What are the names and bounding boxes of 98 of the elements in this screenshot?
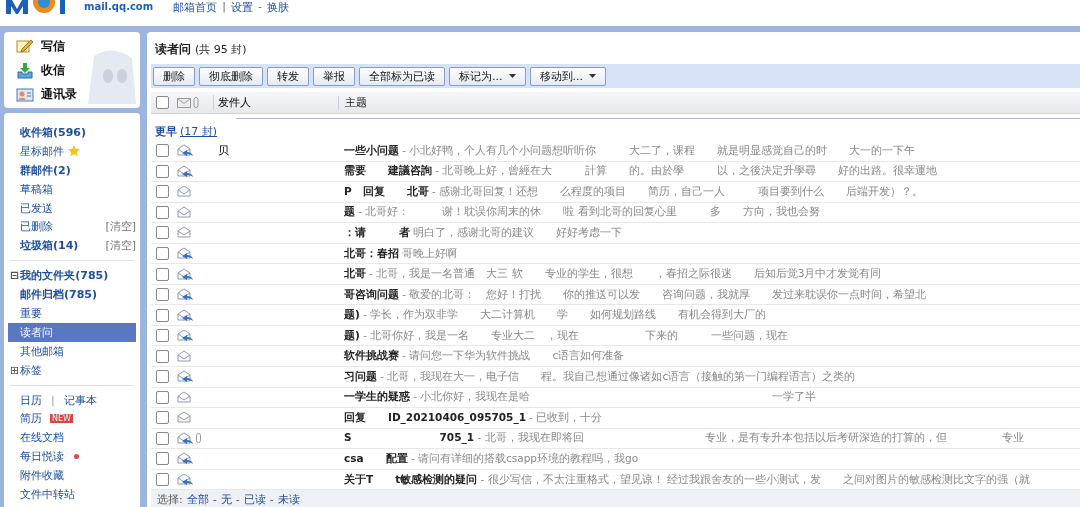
folder-link[interactable]: 重要 xyxy=(20,305,42,321)
group-count-link[interactable]: (17 封) xyxy=(180,124,218,139)
checkbox[interactable] xyxy=(156,329,169,343)
address-card-icon xyxy=(16,85,34,103)
clear-link[interactable]: [清空] xyxy=(105,219,136,235)
mail-subject-link[interactable]: 题 - 北哥好： 谢！耽误你周末的休 啦 看到北哥的回复心里 多 方向，我也会努 xyxy=(344,205,820,220)
mail-subject-link[interactable]: 习问题 - 北哥，我现在大一，电子信 程。我自己想通过像诸如c语言（接触的第一门编程语言）之类的 xyxy=(344,369,856,384)
separator-text: - xyxy=(269,492,274,506)
tool-link[interactable]: 在线文档 xyxy=(20,430,64,446)
sender-name: 贝 xyxy=(218,144,229,158)
clear-link[interactable]: [清空] xyxy=(105,238,136,254)
select-label: 选择: xyxy=(157,491,183,507)
checkbox[interactable] xyxy=(156,226,169,240)
compose-link[interactable]: 通讯录 xyxy=(41,85,77,103)
separator-text: - xyxy=(212,492,217,506)
mail-subject-link[interactable]: 需要 建議咨詢 - 北哥晚上好，曾經在大 計算 的。由於學 以，之後決定升學尋 好的出路。很幸運地 xyxy=(344,164,938,179)
mail-subject-link[interactable]: S 705_1 - 北哥，我现在即将回 专业，是有专升本包括以后考研深造的打算的，但 专业 xyxy=(344,431,1024,446)
envelope-icon xyxy=(177,97,191,108)
folder-link[interactable]: 已发送 xyxy=(20,200,53,216)
checkbox[interactable] xyxy=(156,185,169,199)
checkbox[interactable] xyxy=(156,452,169,466)
checkbox[interactable] xyxy=(156,308,169,322)
toolbar-button[interactable]: 删除 xyxy=(153,66,195,86)
caret-icon xyxy=(589,74,596,78)
separator-text: - xyxy=(235,492,240,506)
checkbox[interactable] xyxy=(156,431,169,445)
folder-link[interactable]: 收件箱(596) xyxy=(20,124,87,140)
group-title: 更早 xyxy=(155,124,177,139)
select-link[interactable]: 无 xyxy=(220,491,232,507)
folder-link[interactable]: 其他邮箱 xyxy=(20,343,64,359)
select-link[interactable]: 已读 xyxy=(243,491,266,507)
pencil-icon xyxy=(16,37,34,55)
separator-text: - xyxy=(257,0,262,15)
tool-link[interactable]: 简历 xyxy=(20,411,42,427)
header-link[interactable]: 设置 xyxy=(230,0,253,15)
separator-text: | xyxy=(222,0,226,15)
select-link[interactable]: 全部 xyxy=(186,491,209,507)
mail-subject-link[interactable]: 哥咨询问题 - 敬爱的北哥： 您好！打扰 你的推送可以发 咨询问题，我就厚 发过来耽误你一点时间，希望北 xyxy=(344,287,927,302)
header-link[interactable]: 邮箱首页 xyxy=(173,0,218,15)
paperclip-icon xyxy=(196,433,201,444)
checkbox[interactable] xyxy=(156,205,169,219)
mail-subject-link[interactable]: 回复 ID_20210406_095705_1 - 已收到，十分 xyxy=(344,410,603,425)
folder-title: 读者问 xyxy=(155,40,191,58)
checkbox[interactable] xyxy=(156,267,169,281)
mail-subject-link[interactable]: P 回复 北哥 - 感谢北哥回复！还想 么程度的项目 简历，自己一人 项目要到什么 后端开发）？。 xyxy=(344,184,924,199)
checkbox[interactable] xyxy=(156,349,169,363)
checkbox[interactable] xyxy=(156,96,169,109)
tool-link[interactable]: 日历 xyxy=(20,392,42,408)
folder-link[interactable]: ⊟我的文件夹(785) xyxy=(10,268,109,284)
folder-link[interactable]: 读者问 xyxy=(20,324,53,340)
mail-subject-link[interactable]: ：请 者 明白了，感谢北哥的建议 好好考虑一下 xyxy=(344,225,623,240)
mail-subject-link[interactable]: 北哥 - 北哥，我是一名普通 大三 软 专业的学生，很想 ，春招之际很迷 后知后觉3月中才发觉有同 xyxy=(344,267,882,282)
folder-link[interactable]: 星标邮件 xyxy=(20,143,64,159)
mail-subject-link[interactable]: csa 配置 - 请问有详细的搭载csapp环境的教程吗，我go xyxy=(344,451,639,466)
folder-link[interactable]: 垃圾箱(14) xyxy=(20,238,79,254)
folder-link[interactable]: ⊞标签 xyxy=(10,362,43,378)
folder-link[interactable]: 邮件归档(785) xyxy=(20,287,98,303)
checkbox[interactable] xyxy=(156,247,169,260)
column-title: 主题 xyxy=(338,95,367,110)
column-title: 发件人 xyxy=(213,95,338,110)
toolbar-button[interactable]: 举报 xyxy=(313,66,355,86)
paperclip-icon xyxy=(193,97,199,108)
mail-subject-link[interactable]: 一学生的疑惑 - 小北你好，我现在是哈 一学了半 xyxy=(344,390,817,405)
toolbar-button[interactable]: 彻底删除 xyxy=(199,66,263,86)
folder-link[interactable]: 已删除 xyxy=(20,219,53,235)
checkbox[interactable] xyxy=(156,144,169,158)
toolbar-button[interactable]: 转发 xyxy=(267,66,309,86)
toolbar-button[interactable]: 全部标为已读 xyxy=(359,66,445,86)
checkbox[interactable] xyxy=(156,164,169,178)
new-badge: NEW xyxy=(50,414,73,424)
inbox-icon xyxy=(16,61,34,79)
tool-link[interactable]: 文件中转站 xyxy=(20,486,75,502)
mail-subject-link[interactable]: 关于T t敏感检测的疑问 - 很少写信，不太注重格式，望见谅！ 经过我跟舍友的一些小测试，发 之间对图片的敏感检测比文字的强（就 xyxy=(344,472,1030,487)
mail-count: (共 95 封) xyxy=(195,41,247,57)
toolbar-button[interactable]: 标记为... xyxy=(449,66,526,86)
folder-link[interactable]: 草稿箱 xyxy=(20,181,53,197)
mail-subject-link[interactable]: 题) - 北哥你好，我是一名 专业大二 ，现在 下来的 一些问题，现在 xyxy=(344,328,789,343)
toolbar-button[interactable]: 移动到... xyxy=(529,66,606,86)
tool-link[interactable]: 每日悦读 xyxy=(20,449,64,465)
checkbox[interactable] xyxy=(156,411,169,425)
checkbox[interactable] xyxy=(156,390,169,404)
checkbox[interactable] xyxy=(156,370,169,384)
site-domain: mail.qq.com xyxy=(84,1,154,12)
folder-link[interactable]: 群邮件(2) xyxy=(20,162,71,178)
separator-text: | xyxy=(51,393,55,407)
mail-subject-link[interactable]: 北哥：春招 哥晚上好啊 xyxy=(344,246,458,261)
caret-icon xyxy=(508,74,516,78)
compose-link[interactable]: 收信 xyxy=(41,61,65,79)
tool-link[interactable]: 记事本 xyxy=(63,392,97,408)
checkbox[interactable] xyxy=(156,288,169,302)
compose-link[interactable]: 写信 xyxy=(41,37,65,55)
tool-link[interactable]: 附件收藏 xyxy=(20,468,64,484)
checkbox[interactable] xyxy=(156,473,169,486)
mail-subject-link[interactable]: 题) - 学长，作为双非学 大二计算机 学 如何规划路线 有机会得到大厂的 xyxy=(344,308,767,323)
mail-subject-link[interactable]: 一些小问题 - 小北好鸭，个人有几个小问题想听听你 大二了，课程 就是明显感觉自己的时 大一的一下午 xyxy=(344,143,916,158)
header-link[interactable]: 换肤 xyxy=(266,0,289,15)
select-link[interactable]: 未读 xyxy=(277,491,300,507)
mail-subject-link[interactable]: 软件挑战赛 - 请问您一下华为软件挑战 c语言如何准备 xyxy=(344,349,625,364)
